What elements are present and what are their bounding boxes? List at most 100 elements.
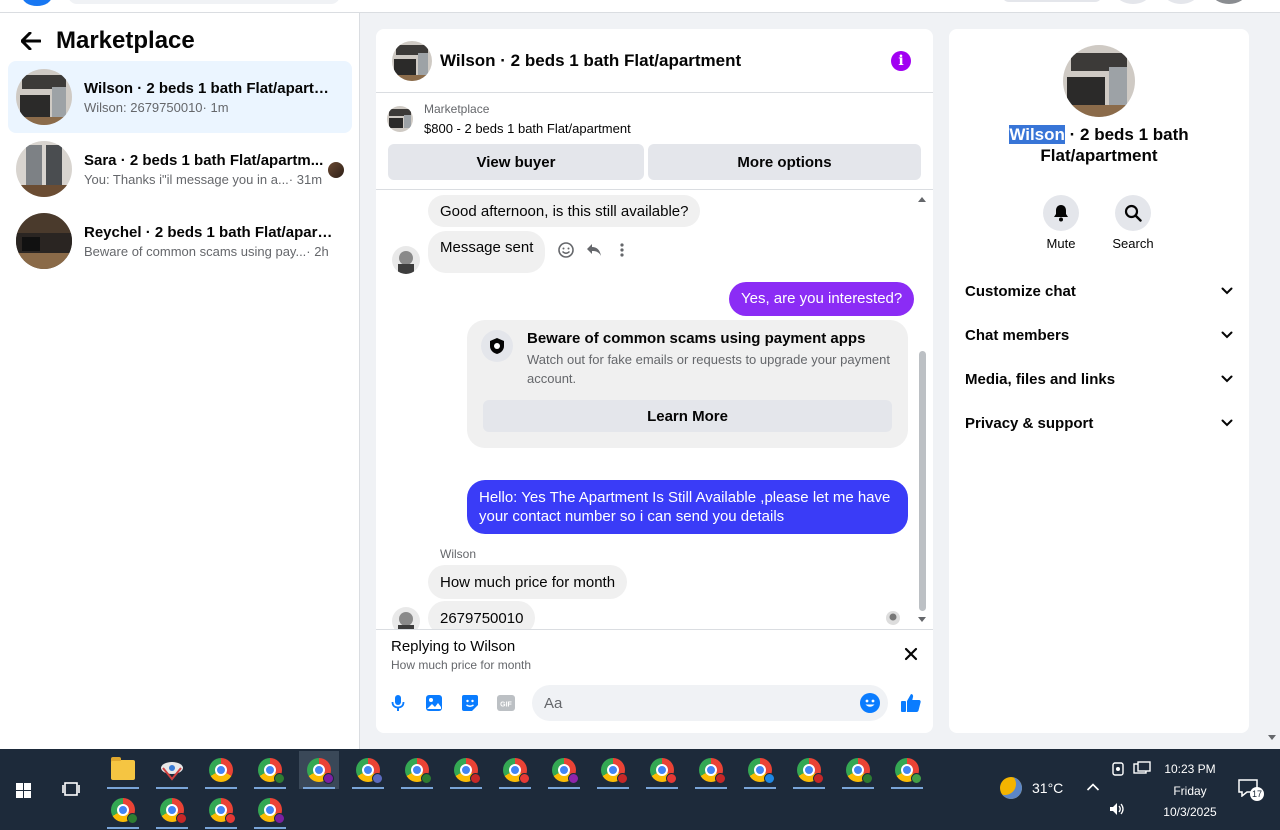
windows-start-icon[interactable] [10, 777, 36, 803]
chrome-taskbar-icon[interactable] [642, 751, 682, 789]
message-input-wrapper [532, 685, 888, 721]
chrome-taskbar-icon[interactable] [740, 751, 780, 789]
incoming-message: Message sent [428, 231, 546, 273]
chrome-icon [699, 758, 726, 784]
profile-picture[interactable] [1063, 45, 1135, 117]
more-options-button[interactable]: More options [648, 144, 921, 180]
sender-avatar[interactable] [392, 246, 420, 274]
facebook-search-input[interactable] [68, 0, 340, 4]
thumbs-up-icon[interactable] [900, 692, 922, 714]
running-indicator [695, 787, 727, 789]
profile-badge-icon [470, 773, 481, 784]
chrome-taskbar-icon[interactable] [446, 751, 486, 789]
conversation-title: Sara · 2 beds 1 bath Flat/apartm... [84, 151, 324, 169]
meet-now-icon[interactable] [1110, 761, 1126, 780]
chrome-taskbar-icon[interactable] [495, 751, 535, 789]
sticker-icon[interactable] [460, 693, 480, 713]
learn-more-button[interactable]: Learn More [483, 400, 892, 432]
app-taskbar-icon[interactable] [152, 751, 192, 789]
message-input[interactable] [544, 693, 844, 713]
chrome-taskbar-icon[interactable] [838, 751, 878, 789]
top-bar-button[interactable] [1002, 0, 1102, 2]
view-buyer-button[interactable]: View buyer [388, 144, 644, 180]
chrome-taskbar-icon[interactable] [201, 791, 241, 829]
conversation-item-sara[interactable]: Sara · 2 beds 1 bath Flat/apartm... You:… [8, 133, 352, 205]
menu-icon[interactable] [1116, 0, 1150, 4]
replying-bar: Replying to Wilson How much price for mo… [376, 629, 933, 677]
chrome-icon [258, 798, 285, 824]
profile-badge-icon [372, 773, 383, 784]
chrome-icon [405, 758, 432, 784]
clock-date: 10/3/2025 [1163, 805, 1217, 819]
listing-thumbnail [16, 213, 72, 269]
media-files-links-section[interactable]: Media, files and links [965, 364, 1233, 394]
chrome-taskbar-icon[interactable] [789, 751, 829, 789]
system-clock[interactable]: 10:23 PM Friday 10/3/2025 [1150, 759, 1230, 824]
chrome-taskbar-icon[interactable] [887, 751, 927, 789]
page-scroll-down-arrow[interactable] [1268, 735, 1276, 740]
notification-center-icon[interactable]: 17 [1238, 779, 1264, 801]
chrome-taskbar-icon[interactable] [250, 791, 290, 829]
profile-badge-icon [176, 813, 187, 824]
chevron-down-icon [1221, 419, 1233, 427]
replying-title: Replying to Wilson [391, 638, 516, 655]
chrome-taskbar-icon[interactable] [691, 751, 731, 789]
facebook-logo[interactable] [22, 0, 52, 6]
gif-icon[interactable]: GIF [496, 693, 516, 713]
network-icon[interactable] [1133, 761, 1151, 780]
close-icon[interactable] [903, 646, 919, 662]
chrome-taskbar-icon[interactable] [299, 751, 339, 789]
conversation-item-reychel[interactable]: Reychel · 2 beds 1 bath Flat/apart... Be… [8, 205, 352, 277]
profile-avatar[interactable] [1212, 0, 1246, 4]
chat-title[interactable]: Wilson · 2 beds 1 bath Flat/apartment [440, 51, 741, 71]
running-indicator [842, 787, 874, 789]
microphone-icon[interactable] [388, 693, 408, 713]
listing-thumbnail [16, 69, 72, 125]
privacy-support-section[interactable]: Privacy & support [965, 408, 1233, 438]
listing-thumbnail[interactable] [387, 106, 413, 132]
chat-avatar[interactable] [392, 40, 432, 81]
back-arrow-icon[interactable] [18, 28, 44, 54]
scroll-thumb[interactable] [919, 351, 926, 611]
chat-members-section[interactable]: Chat members [965, 320, 1233, 350]
weather-temperature: 31°C [1032, 780, 1064, 796]
chrome-taskbar-icon[interactable] [103, 791, 143, 829]
listing-title[interactable]: $800 - 2 beds 1 bath Flat/apartment [424, 121, 631, 136]
chrome-taskbar-icon[interactable] [250, 751, 290, 789]
chrome-taskbar-icon[interactable] [397, 751, 437, 789]
chrome-icon [307, 758, 334, 784]
conversation-item-wilson[interactable]: Wilson · 2 beds 1 bath Flat/apartm... Wi… [8, 61, 352, 133]
chat-scrollbar[interactable] [917, 197, 927, 623]
volume-icon[interactable] [1108, 801, 1126, 820]
chevron-up-icon[interactable] [1086, 781, 1100, 795]
chrome-taskbar-icon[interactable] [544, 751, 584, 789]
chrome-taskbar-icon[interactable] [152, 791, 192, 829]
weather-widget[interactable]: 31°C [1000, 777, 1063, 799]
messenger-icon[interactable] [1164, 0, 1198, 4]
customize-chat-section[interactable]: Customize chat [965, 276, 1233, 306]
react-emoji-icon[interactable] [552, 239, 580, 261]
scroll-up-arrow[interactable] [918, 197, 926, 202]
reply-icon[interactable] [580, 239, 608, 261]
chrome-icon [356, 758, 383, 784]
task-view-icon[interactable] [60, 777, 84, 801]
photo-icon[interactable] [424, 693, 444, 713]
profile-badge-icon [421, 773, 432, 784]
scroll-down-arrow[interactable] [918, 617, 926, 622]
profile-badge-icon [519, 773, 530, 784]
sender-avatar[interactable] [392, 607, 420, 629]
file-explorer-icon[interactable] [103, 751, 143, 789]
folder-icon [111, 757, 135, 780]
more-vertical-icon[interactable] [608, 239, 636, 261]
search-button[interactable]: Search [1103, 195, 1163, 251]
chrome-taskbar-icon[interactable] [593, 751, 633, 789]
conversation-title: Reychel · 2 beds 1 bath Flat/apart... [84, 223, 334, 241]
running-indicator [646, 787, 678, 789]
info-icon[interactable]: i [891, 51, 911, 71]
running-indicator [205, 787, 237, 789]
outgoing-message: Yes, are you interested? [729, 282, 915, 316]
chrome-taskbar-icon[interactable] [201, 751, 241, 789]
emoji-icon[interactable] [860, 693, 880, 713]
chrome-taskbar-icon[interactable] [348, 751, 388, 789]
mute-button[interactable]: Mute [1031, 195, 1091, 251]
